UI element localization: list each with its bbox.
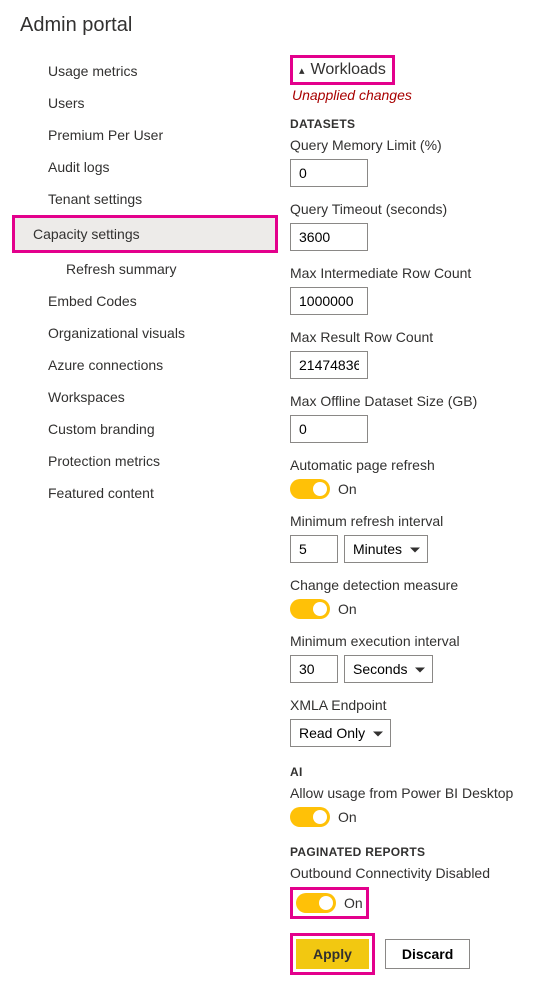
ai-group-label: AI (290, 765, 557, 779)
max-result-input[interactable] (290, 351, 368, 379)
max-result-label: Max Result Row Count (290, 329, 557, 345)
workloads-header[interactable]: ▴ Workloads (293, 58, 392, 82)
query-memory-label: Query Memory Limit (%) (290, 137, 557, 153)
highlight-apply-button: Apply (290, 933, 375, 975)
allow-desktop-toggle[interactable] (290, 807, 330, 827)
max-intermediate-label: Max Intermediate Row Count (290, 265, 557, 281)
sidebar-item-usage-metrics[interactable]: Usage metrics (30, 55, 270, 87)
sidebar-item-azure-connections[interactable]: Azure connections (30, 349, 270, 381)
min-refresh-label: Minimum refresh interval (290, 513, 557, 529)
sidebar-item-refresh-summary[interactable]: Refresh summary (30, 253, 270, 285)
sidebar-item-capacity-settings[interactable]: Capacity settings (15, 218, 275, 250)
allow-desktop-state: On (338, 809, 357, 825)
unapplied-changes-text: Unapplied changes (290, 87, 557, 103)
sidebar-item-tenant-settings[interactable]: Tenant settings (30, 183, 270, 215)
highlight-workloads-header: ▴ Workloads (290, 55, 395, 85)
discard-button[interactable]: Discard (385, 939, 470, 969)
outbound-state: On (344, 895, 363, 911)
highlight-outbound-toggle: On (290, 887, 369, 919)
workloads-title: Workloads (311, 61, 386, 79)
query-memory-input[interactable] (290, 159, 368, 187)
allow-desktop-label: Allow usage from Power BI Desktop (290, 785, 557, 801)
highlight-capacity-settings: Capacity settings (12, 215, 278, 253)
outbound-label: Outbound Connectivity Disabled (290, 865, 557, 881)
sidebar: Usage metrics Users Premium Per User Aud… (30, 47, 270, 975)
sidebar-item-organizational-visuals[interactable]: Organizational visuals (30, 317, 270, 349)
max-intermediate-input[interactable] (290, 287, 368, 315)
page-title: Admin portal (0, 0, 557, 47)
min-refresh-input[interactable] (290, 535, 338, 563)
min-exec-unit-select[interactable]: Seconds (344, 655, 433, 683)
query-timeout-label: Query Timeout (seconds) (290, 201, 557, 217)
change-detection-state: On (338, 601, 357, 617)
sidebar-item-users[interactable]: Users (30, 87, 270, 119)
auto-refresh-label: Automatic page refresh (290, 457, 557, 473)
paginated-group-label: PAGINATED REPORTS (290, 845, 557, 859)
sidebar-item-embed-codes[interactable]: Embed Codes (30, 285, 270, 317)
sidebar-item-featured-content[interactable]: Featured content (30, 477, 270, 509)
change-detection-toggle[interactable] (290, 599, 330, 619)
sidebar-item-custom-branding[interactable]: Custom branding (30, 413, 270, 445)
min-refresh-unit-select[interactable]: Minutes (344, 535, 428, 563)
outbound-toggle[interactable] (296, 893, 336, 913)
content-panel: ▴ Workloads Unapplied changes DATASETS Q… (270, 47, 557, 975)
auto-refresh-state: On (338, 481, 357, 497)
max-offline-input[interactable] (290, 415, 368, 443)
xmla-label: XMLA Endpoint (290, 697, 557, 713)
max-offline-label: Max Offline Dataset Size (GB) (290, 393, 557, 409)
change-detection-label: Change detection measure (290, 577, 557, 593)
min-exec-label: Minimum execution interval (290, 633, 557, 649)
sidebar-item-premium-per-user[interactable]: Premium Per User (30, 119, 270, 151)
min-exec-input[interactable] (290, 655, 338, 683)
sidebar-item-audit-logs[interactable]: Audit logs (30, 151, 270, 183)
sidebar-item-workspaces[interactable]: Workspaces (30, 381, 270, 413)
query-timeout-input[interactable] (290, 223, 368, 251)
sidebar-item-protection-metrics[interactable]: Protection metrics (30, 445, 270, 477)
auto-refresh-toggle[interactable] (290, 479, 330, 499)
apply-button[interactable]: Apply (296, 939, 369, 969)
datasets-group-label: DATASETS (290, 117, 557, 131)
collapse-icon: ▴ (299, 64, 305, 77)
xmla-select[interactable]: Read Only (290, 719, 391, 747)
